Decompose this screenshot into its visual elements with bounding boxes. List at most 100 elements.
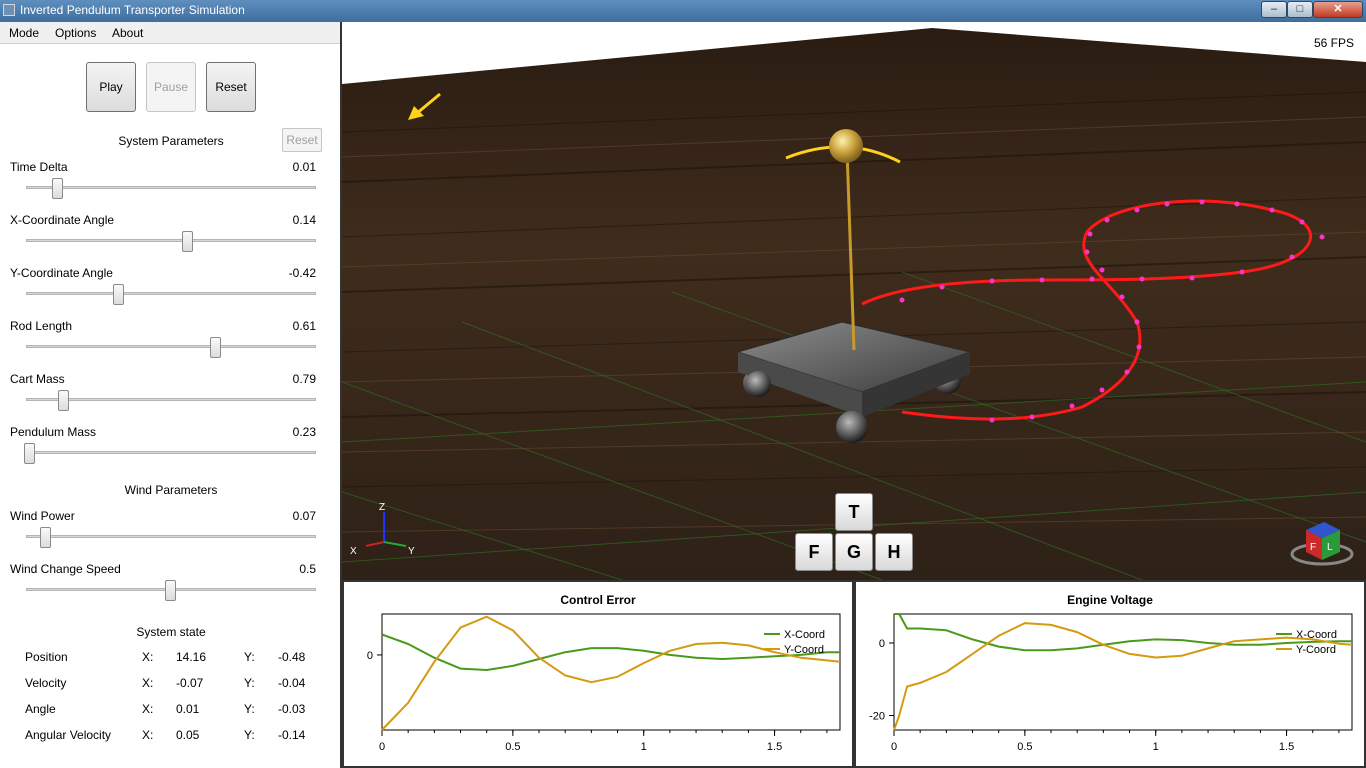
state-position-label: Position	[25, 650, 68, 664]
x-tick-label: 0	[891, 741, 897, 753]
cart-mass-label: Cart Mass	[10, 372, 65, 386]
rod-length-label: Rod Length	[10, 319, 73, 333]
time-delta-slider-track[interactable]	[26, 186, 316, 189]
wind-change-speed-slider-thumb[interactable]	[165, 580, 176, 601]
y-coordinate-angle-value: -0.42	[288, 266, 316, 280]
state-position-x-label: X:	[142, 650, 154, 664]
rod-length-slider-track[interactable]	[26, 345, 316, 348]
plot-area	[893, 613, 1353, 731]
chart-title: Engine Voltage	[1067, 593, 1153, 607]
x-tick-label: 1	[641, 741, 647, 753]
key-f-button[interactable]: F	[795, 533, 833, 571]
x-coordinate-angle-slider-thumb[interactable]	[182, 231, 193, 252]
pause-button[interactable]: Pause	[146, 62, 196, 112]
legend-label: Y-Coord	[1296, 644, 1336, 656]
control-error-chart: 0 0.5 1 1.5 0 X-Coord Y-Coord	[367, 613, 841, 753]
rod-length-value: 0.61	[292, 319, 316, 333]
cart-mass-slider-track[interactable]	[26, 398, 316, 401]
state-angular-velocity-y-label: Y:	[244, 728, 255, 742]
minimize-button[interactable]: –	[1261, 1, 1287, 18]
state-angle-x-label: X:	[142, 702, 154, 716]
cart-mass-value: 0.79	[292, 372, 316, 386]
state-position-y-value: -0.48	[278, 650, 306, 664]
pendulum-bob	[829, 129, 863, 163]
wind-power-label: Wind Power	[10, 509, 75, 523]
menu-mode[interactable]: Mode	[9, 26, 39, 40]
3d-viewport[interactable]: Z X Y F L 56 FPS T F G H	[342, 22, 1366, 580]
x-tick-label: 0	[379, 741, 385, 753]
app-icon	[3, 4, 15, 16]
state-velocity-x-value: -0.07	[176, 676, 204, 690]
time-delta-value: 0.01	[292, 160, 316, 174]
time-delta-slider-thumb[interactable]	[52, 178, 63, 199]
state-angular-velocity-x-label: X:	[142, 728, 154, 742]
wind-power-slider-track[interactable]	[26, 535, 316, 538]
state-position-x-value: 14.16	[176, 650, 207, 664]
chart-title: Control Error	[560, 593, 636, 607]
x-coordinate-angle-label: X-Coordinate Angle	[10, 213, 115, 227]
legend-label: Y-Coord	[784, 644, 824, 656]
wind-power-value: 0.07	[292, 509, 316, 523]
maximize-button[interactable]: □	[1287, 1, 1313, 18]
axis-y-label: Y	[408, 546, 415, 557]
state-velocity-y-label: Y:	[244, 676, 255, 690]
y-tick-label: 0	[879, 638, 885, 650]
x-tick-label: 0.5	[1017, 741, 1032, 753]
state-velocity-y-value: -0.04	[278, 676, 306, 690]
x-tick-label: 1.5	[767, 741, 782, 753]
menu-about[interactable]: About	[112, 26, 143, 40]
wind-power-slider-thumb[interactable]	[40, 527, 51, 548]
rod-length-slider-thumb[interactable]	[210, 337, 221, 358]
key-h-button[interactable]: H	[875, 533, 913, 571]
state-angle-y-label: Y:	[244, 702, 255, 716]
state-angle-label: Angle	[25, 702, 56, 716]
pendulum-mass-value: 0.23	[292, 425, 316, 439]
state-angle-y-value: -0.03	[278, 702, 306, 716]
legend-label: X-Coord	[784, 629, 825, 641]
engine-voltage-chart-panel: Engine Voltage 0 0.5 1 1.5 0 -20 X-Coord Y-Coor…	[854, 580, 1366, 768]
menu-options[interactable]: Options	[55, 26, 96, 40]
x-tick-label: 0.5	[505, 741, 520, 753]
plot-area	[381, 613, 841, 731]
y-tick-label: -20	[869, 711, 885, 723]
fps-counter: 56 FPS	[1313, 36, 1354, 50]
x-tick-label: 1.5	[1279, 741, 1294, 753]
y-tick-label: 0	[367, 650, 373, 662]
wind-change-speed-value: 0.5	[299, 562, 316, 576]
y-coordinate-angle-label: Y-Coordinate Angle	[10, 266, 113, 280]
y-coordinate-angle-slider-track[interactable]	[26, 292, 316, 295]
system-state-header: System state	[136, 625, 206, 639]
x-coordinate-angle-value: 0.14	[292, 213, 316, 227]
state-position-y-label: Y:	[244, 650, 255, 664]
title-bar: Inverted Pendulum Transporter Simulation…	[0, 0, 1366, 22]
cart-wheel-front	[836, 411, 868, 443]
axis-x-label: X	[350, 546, 357, 557]
pendulum-mass-slider-track[interactable]	[26, 451, 316, 454]
view-cube-front-label: F	[1310, 542, 1316, 553]
state-angular-velocity-label: Angular Velocity	[25, 728, 112, 742]
close-button[interactable]: ✕	[1313, 1, 1363, 18]
control-panel: Mode Options About Play Pause Reset Syst…	[0, 22, 342, 768]
window-title: Inverted Pendulum Transporter Simulation	[20, 3, 245, 17]
control-error-chart-panel: Control Error 0 0.5 1 1.5 0 X-Coord Y-Coord	[342, 580, 854, 768]
state-angle-x-value: 0.01	[176, 702, 200, 716]
x-tick-label: 1	[1153, 741, 1159, 753]
parameters-reset-button[interactable]: Reset	[282, 128, 322, 152]
state-velocity-label: Velocity	[25, 676, 67, 690]
menu-bar: Mode Options About	[0, 22, 340, 44]
key-t-button[interactable]: T	[835, 493, 873, 531]
pendulum-mass-slider-thumb[interactable]	[24, 443, 35, 464]
axis-z-label: Z	[379, 502, 385, 513]
cart-mass-slider-thumb[interactable]	[58, 390, 69, 411]
wind-parameters-header: Wind Parameters	[124, 483, 218, 497]
key-g-button[interactable]: G	[835, 533, 873, 571]
cart-wheel-front-right	[745, 371, 771, 397]
state-angular-velocity-y-value: -0.14	[278, 728, 306, 742]
reset-button[interactable]: Reset	[206, 62, 256, 112]
x-coordinate-angle-slider-track[interactable]	[26, 239, 316, 242]
y-coordinate-angle-slider-thumb[interactable]	[113, 284, 124, 305]
engine-voltage-chart: 0 0.5 1 1.50-20X-CoordY-Coord	[869, 613, 1353, 753]
pendulum-mass-label: Pendulum Mass	[10, 425, 97, 439]
play-button[interactable]: Play	[86, 62, 136, 112]
state-velocity-x-label: X:	[142, 676, 154, 690]
